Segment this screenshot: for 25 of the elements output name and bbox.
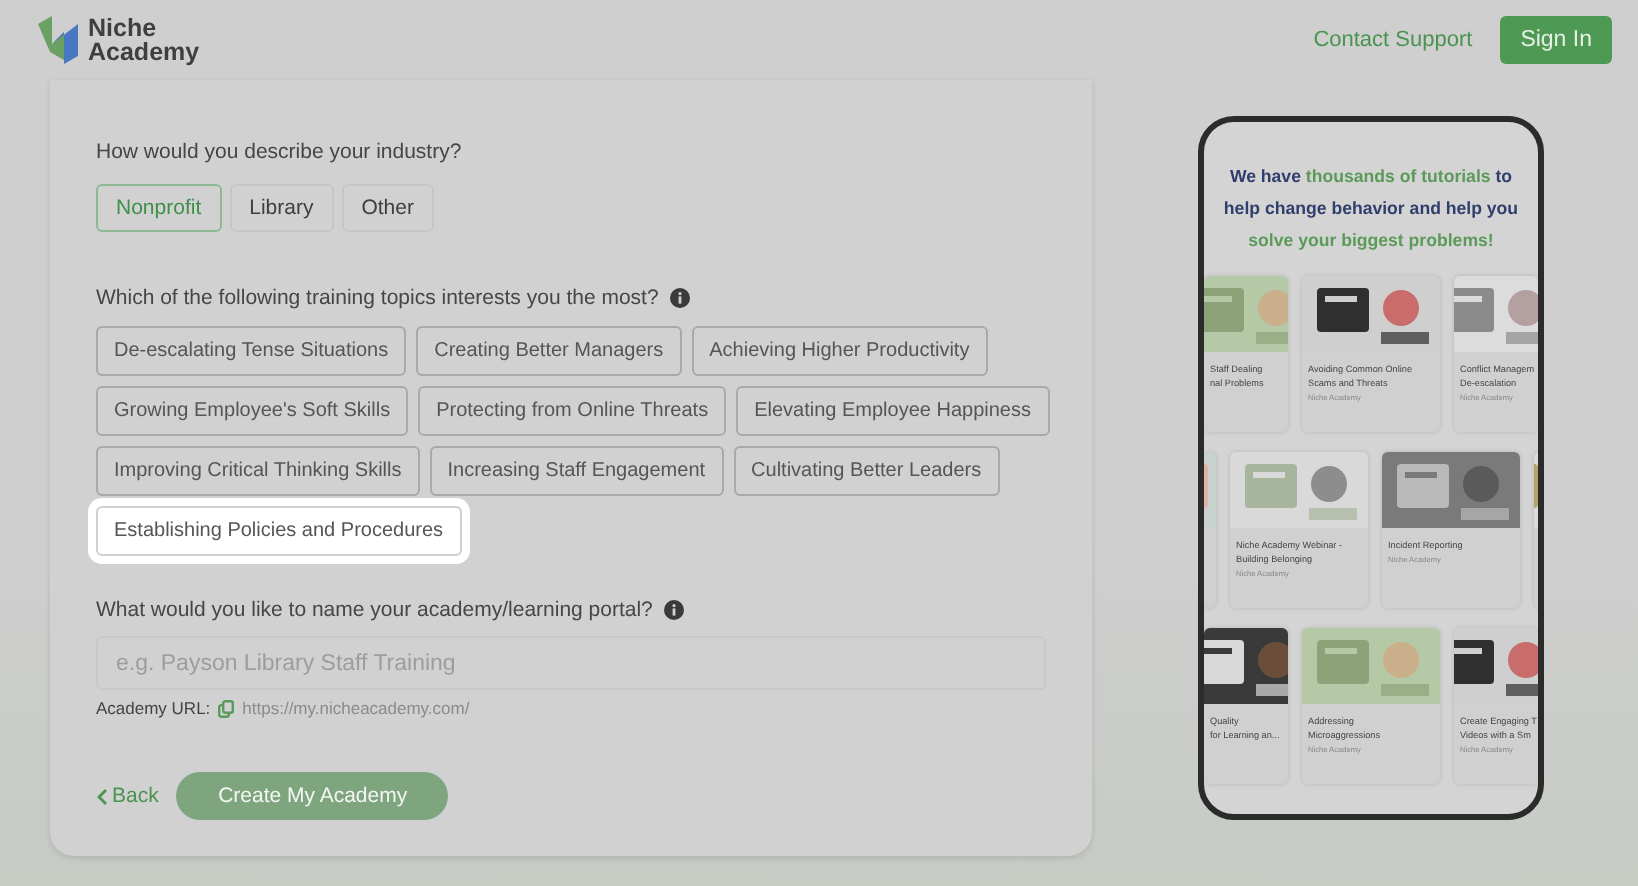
question-text: Which of the following training topics interests you the most?	[96, 286, 659, 310]
question-text: How would you describe your industry?	[96, 140, 462, 164]
industry-option[interactable]: Nonprofit	[96, 184, 222, 232]
copy-icon[interactable]	[218, 699, 235, 717]
chevron-left-icon	[96, 787, 108, 805]
url-label: Academy URL:	[96, 698, 211, 718]
topic-option[interactable]: Improving Critical Thinking Skills	[96, 446, 420, 496]
phone-headline: We have thousands of tutorials to help change behavior and help you solve your biggest problems!	[1221, 164, 1521, 254]
academy-url: https://my.nicheacademy.com/	[242, 698, 470, 718]
sign-in-button[interactable]: Sign In	[1500, 16, 1612, 64]
topic-option[interactable]: Achieving Higher Productivity	[691, 326, 988, 376]
topic-option[interactable]: De-escalating Tense Situations	[96, 326, 407, 376]
topic-option[interactable]: Creating Better Managers	[416, 326, 682, 376]
info-icon	[664, 600, 685, 620]
logo-text: Niche Academy	[88, 16, 200, 64]
topic-option[interactable]: Cultivating Better Leaders	[733, 446, 1000, 496]
topic-option[interactable]: Protecting from Online Threats	[418, 386, 727, 436]
topic-option[interactable]: Elevating Employee Happiness	[736, 386, 1049, 436]
industry-option[interactable]: Other	[341, 184, 434, 232]
logo-icon	[36, 16, 80, 64]
question-text: What would you like to name your academy/learning portal?	[96, 598, 653, 622]
industry-option[interactable]: Library	[229, 184, 334, 232]
topic-option[interactable]: Increasing Staff Engagement	[429, 446, 724, 496]
topic-option[interactable]: Growing Employee's Soft Skills	[96, 386, 409, 436]
info-icon	[670, 288, 691, 308]
